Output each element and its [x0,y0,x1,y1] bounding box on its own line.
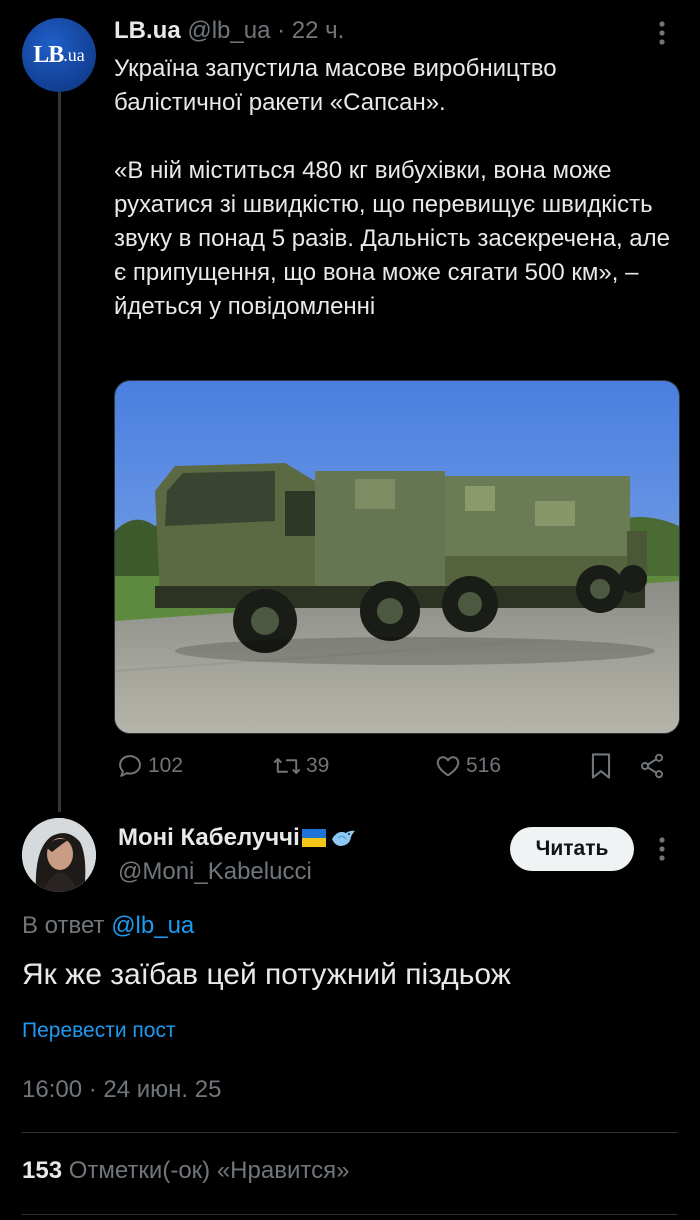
lb-ua-avatar[interactable]: LB .ua [22,18,96,92]
avatar-logo-main: LB [33,41,64,68]
reply-more-options-icon[interactable] [650,834,674,864]
more-options-icon[interactable] [650,18,674,48]
translate-post-link[interactable]: Перевести пост [22,1019,176,1043]
share-icon [640,753,664,779]
follow-button[interactable]: Читать [510,827,634,871]
repost-button[interactable]: 39 [272,746,329,786]
divider [22,1132,678,1133]
post-action-bar: 102 39 516 [114,746,674,786]
author-handle[interactable]: @lb_ua [187,17,270,44]
military-truck-photo [115,381,679,733]
bookmark-button[interactable] [588,746,614,786]
reply-author-name-row[interactable]: Моні Кабелуччі [118,824,358,852]
meta-separator: · [277,17,286,44]
thread-line [58,92,61,812]
reply-to-line: В ответ @lb_ua [22,912,194,940]
author-name[interactable]: LB.ua [114,17,181,44]
post-time[interactable]: 22 ч. [292,17,345,44]
profile-photo [22,818,96,892]
divider-bottom [22,1214,678,1215]
ukraine-flag-icon [301,829,326,847]
likes-label: Отметки(-ок) «Нравится» [68,1157,350,1184]
share-button[interactable] [638,746,666,786]
reply-author-handle[interactable]: @Moni_Kabelucci [118,858,312,886]
avatar-logo-suffix: .ua [63,44,85,65]
likes-summary[interactable]: 153 Отметки(-ок) «Нравится» [22,1157,349,1185]
repost-count: 39 [306,754,330,777]
reply-to-prefix: В ответ [22,912,105,939]
post-timestamp[interactable]: 16:00 · 24 июн. 25 [22,1076,221,1104]
post-header: LB.ua @lb_ua · 22 ч. [114,16,344,46]
like-count: 516 [466,754,502,777]
reply-button[interactable]: 102 [116,746,183,786]
reply-to-mention[interactable]: @lb_ua [111,912,194,939]
bookmark-icon [591,753,611,779]
reply-count: 102 [148,754,184,777]
post-text: Україна запустила масове виробництво бал… [114,55,671,320]
like-button[interactable]: 516 [434,746,501,786]
moni-avatar[interactable] [22,818,96,892]
bird-icon [331,830,355,846]
heart-icon [436,756,460,777]
post-media-image[interactable] [114,380,680,734]
reply-text: Як же заїбав цей потужний піздьож [22,958,511,991]
reply-bubble-icon [119,755,141,777]
likes-count: 153 [22,1157,63,1184]
reply-author-name: Моні Кабелуччі [118,824,300,851]
repost-icon [273,758,301,774]
